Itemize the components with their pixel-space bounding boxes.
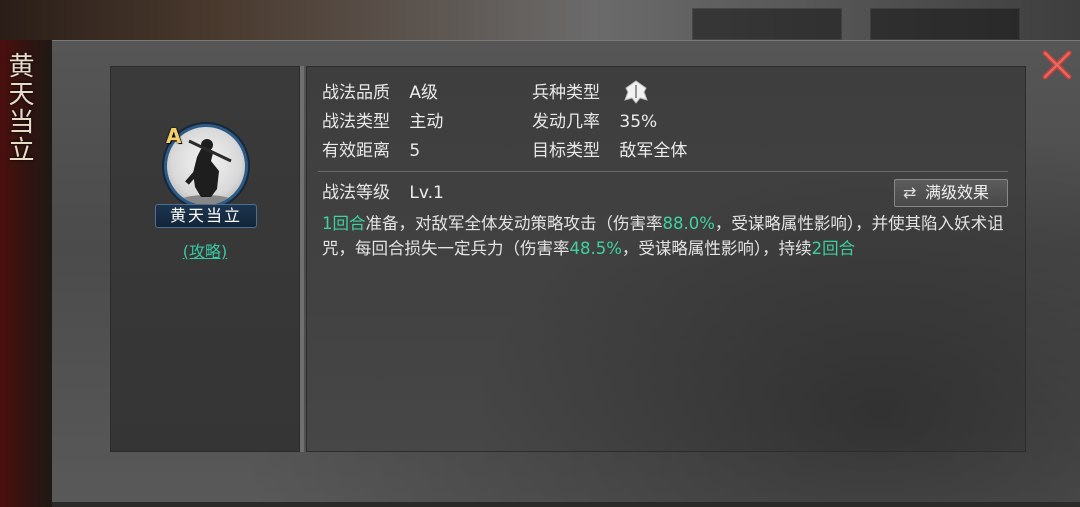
unit-type-row: 兵种类型	[532, 80, 600, 106]
max-level-effect-button[interactable]: ⇄ 满级效果	[894, 179, 1008, 207]
desc-text: 准备，对敌军全体发动策略攻击（伤害率	[365, 214, 663, 233]
desc-damage-rate: 88.0%	[662, 214, 715, 233]
guide-link[interactable]: (攻略)	[174, 240, 236, 264]
desc-dot-rate: 48.5%	[569, 239, 622, 258]
type-value: 主动	[409, 112, 444, 132]
type-row: 战法类型 主动	[322, 109, 443, 135]
grade-badge: A	[166, 124, 182, 148]
close-button[interactable]	[1040, 48, 1074, 82]
target-label: 目标类型	[532, 141, 600, 161]
quality-row: 战法品质 A级	[322, 80, 438, 106]
range-value: 5	[409, 141, 421, 161]
background-tab	[870, 8, 1020, 40]
target-value: 敌军全体	[619, 141, 688, 161]
side-title: 黄天当立	[4, 52, 34, 164]
background-top-bar	[0, 0, 1080, 40]
trigger-value: 35%	[619, 112, 658, 132]
max-level-effect-label: 满级效果	[925, 183, 990, 202]
background-tab	[692, 8, 842, 40]
infantry-helmet-icon	[622, 78, 650, 106]
range-row: 有效距离 5	[322, 138, 420, 164]
desc-prep-rounds: 1回合	[322, 214, 366, 233]
range-label: 有效距离	[322, 141, 390, 161]
skill-description: 1回合准备，对敌军全体发动策略攻击（伤害率88.0%，受谋略属性影响），并使其陷…	[322, 211, 1012, 261]
close-icon	[1042, 50, 1072, 80]
level-value: Lv.1	[409, 183, 444, 203]
level-row: 战法等级 Lv.1	[322, 180, 444, 206]
target-row: 目标类型 敌军全体	[532, 138, 687, 164]
trigger-row: 发动几率 35%	[532, 109, 657, 135]
trigger-label: 发动几率	[532, 112, 600, 132]
swap-arrows-icon: ⇄	[903, 183, 917, 202]
type-label: 战法类型	[322, 112, 390, 132]
level-label: 战法等级	[322, 183, 390, 203]
desc-duration: 2回合	[811, 239, 856, 258]
desc-text: ，受谋略属性影响），持续	[621, 239, 812, 258]
vertical-divider	[300, 66, 304, 452]
skill-name-plate: 黄天当立	[155, 204, 257, 228]
unit-type-label: 兵种类型	[532, 83, 600, 103]
quality-label: 战法品质	[322, 83, 390, 103]
quality-value: A级	[409, 83, 439, 103]
horizontal-divider	[318, 171, 1008, 172]
game-screen: 黄天当立 A 黄天当立 (攻略) 战法品质 A级 兵种类型 战法类型 主动 发动…	[0, 0, 1080, 507]
